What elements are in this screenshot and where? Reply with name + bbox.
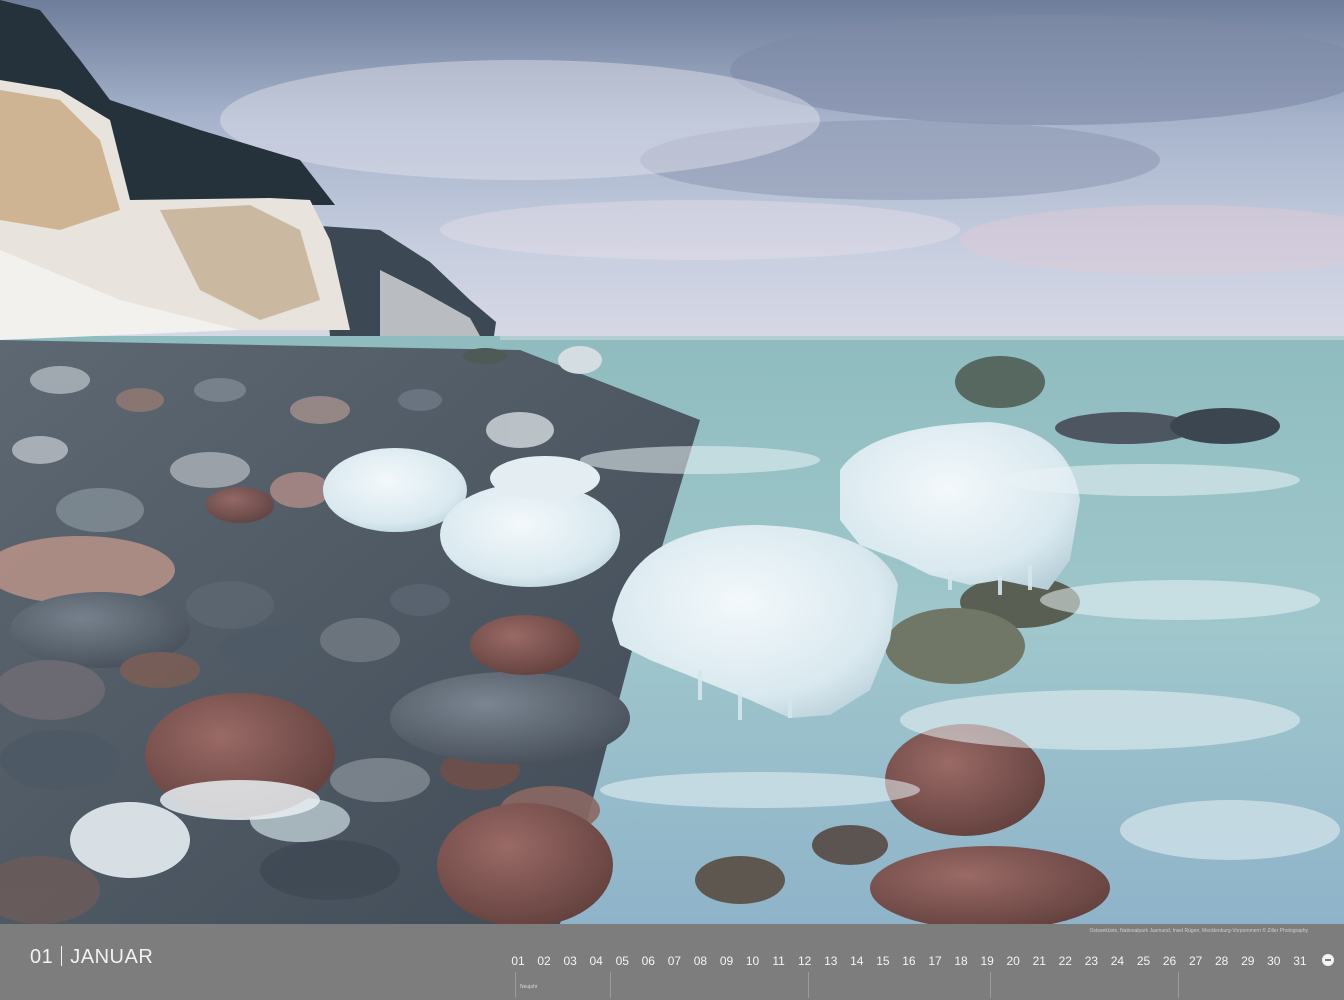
- day-01: 01: [511, 954, 525, 968]
- week-divider: [1178, 972, 1179, 998]
- week-divider: [515, 972, 516, 998]
- day-22: 22: [1058, 954, 1072, 968]
- day-14: 14: [850, 954, 864, 968]
- day-04: 04: [589, 954, 603, 968]
- day-30: 30: [1267, 954, 1281, 968]
- photo-credit: Ostseeküste, Nationalpark Jasmund, Insel…: [1089, 928, 1308, 934]
- day-row: 01 02 03 04 05 06 07 08 09 10 11 12 13 1…: [506, 954, 1312, 968]
- week-divider: [808, 972, 809, 998]
- month-number: 01: [30, 946, 54, 968]
- day-11: 11: [772, 954, 785, 968]
- day-13: 13: [824, 954, 838, 968]
- day-08: 08: [693, 954, 708, 968]
- day-24: 24: [1110, 954, 1125, 968]
- day-05: 05: [615, 954, 629, 968]
- day-25: 25: [1136, 954, 1151, 968]
- holiday-note: Neujahr: [520, 984, 538, 990]
- week-divider: [990, 972, 991, 998]
- day-27: 27: [1188, 954, 1203, 968]
- day-09: 09: [719, 954, 734, 968]
- day-21: 21: [1032, 954, 1046, 968]
- month-label: 01 JANUAR: [30, 946, 153, 969]
- calendar-strip: Ostseeküste, Nationalpark Jasmund, Insel…: [0, 924, 1344, 1000]
- month-separator: [61, 946, 63, 966]
- day-15: 15: [876, 954, 890, 968]
- day-10: 10: [745, 954, 760, 968]
- day-16: 16: [902, 954, 916, 968]
- day-06: 06: [641, 954, 655, 968]
- calendar-page: Ostseeküste, Nationalpark Jasmund, Insel…: [0, 0, 1344, 1000]
- day-18: 18: [954, 954, 968, 968]
- day-29: 29: [1241, 954, 1255, 968]
- day-28: 28: [1215, 954, 1229, 968]
- day-07: 07: [667, 954, 682, 968]
- coastal-winter-photo: [0, 0, 1344, 924]
- day-19: 19: [980, 954, 994, 968]
- week-divider: [610, 972, 611, 998]
- day-03: 03: [563, 954, 577, 968]
- day-31: 31: [1293, 954, 1307, 968]
- day-12: 12: [798, 954, 812, 968]
- day-17: 17: [928, 954, 942, 968]
- day-23: 23: [1084, 954, 1099, 968]
- month-name: JANUAR: [70, 946, 154, 968]
- day-26: 26: [1162, 954, 1177, 968]
- publisher-logo-icon: [1322, 954, 1334, 966]
- day-20: 20: [1006, 954, 1020, 968]
- day-02: 02: [537, 954, 551, 968]
